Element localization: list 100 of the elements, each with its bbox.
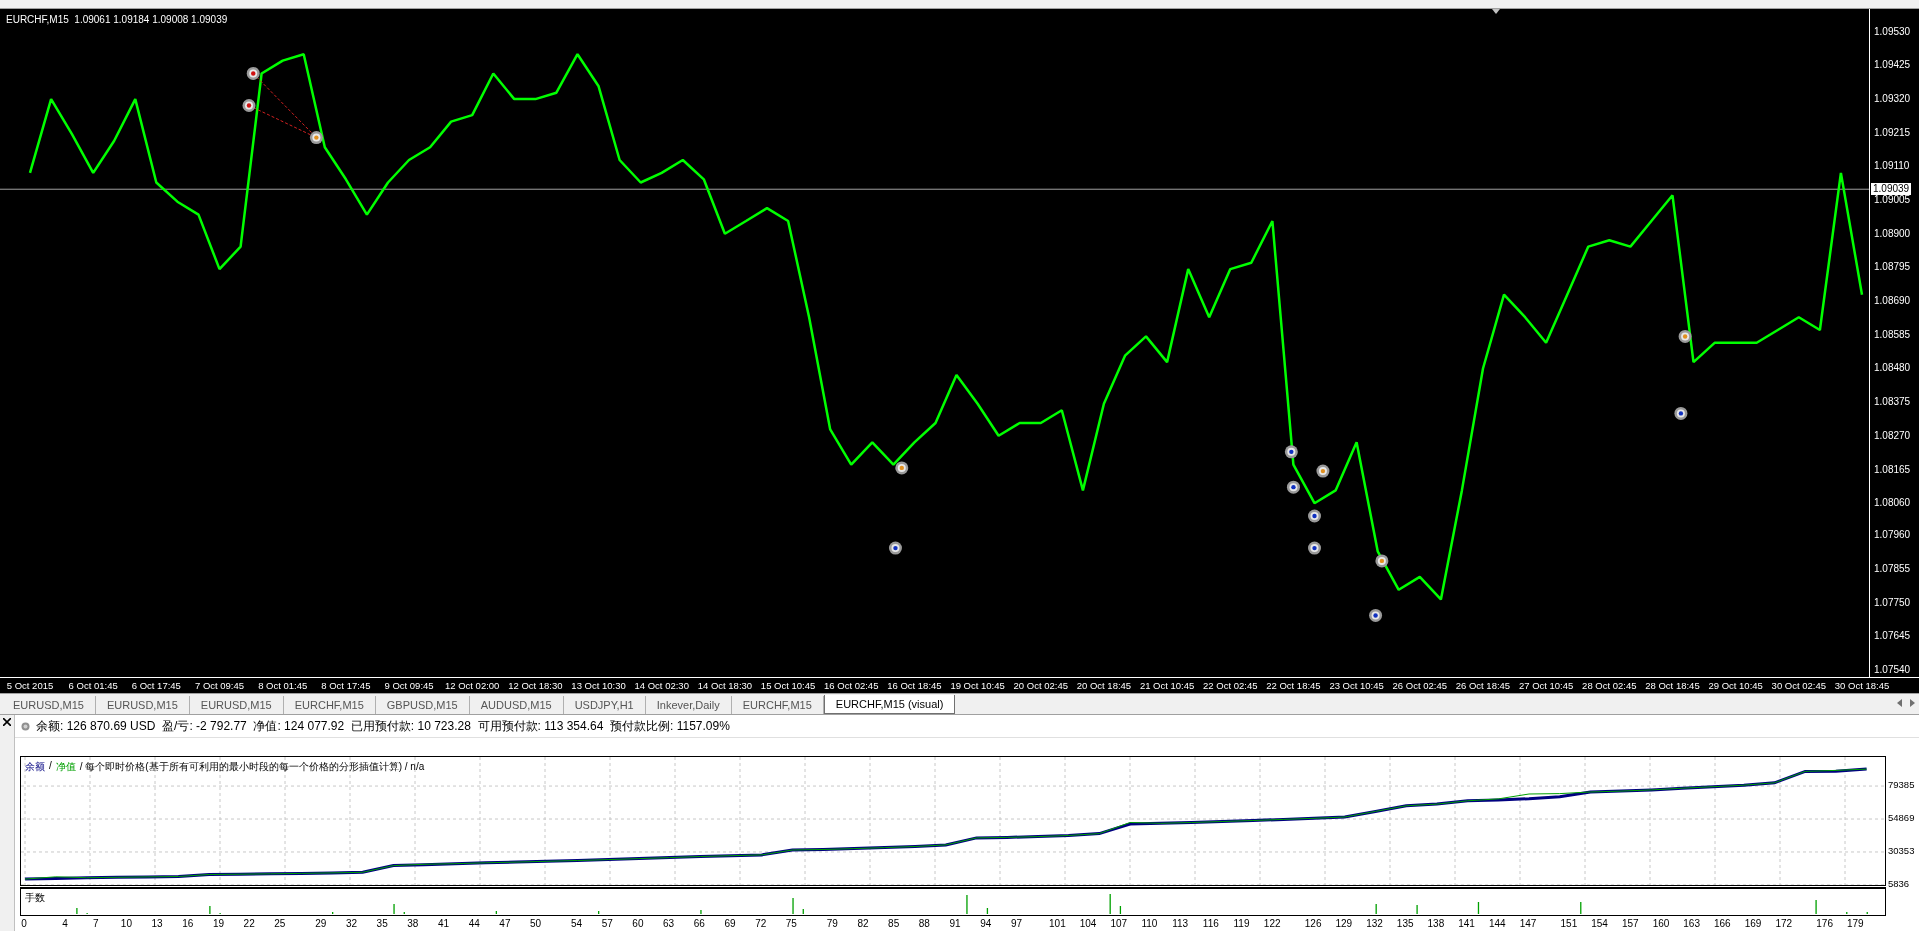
- trade-axis-label: 157: [1621, 918, 1639, 930]
- legend-series-name: 净值: [55, 760, 76, 774]
- trade-axis-label: 63: [663, 918, 675, 930]
- date-axis-label: 16 Oct 18:45: [887, 679, 942, 692]
- trade-axis-label: 147: [1519, 918, 1537, 930]
- date-axis-label: 14 Oct 02:30: [634, 679, 689, 692]
- trade-axis-label: 151: [1560, 918, 1578, 930]
- trade-axis-label: 82: [857, 918, 869, 930]
- date-axis-label: 12 Oct 18:30: [508, 679, 563, 692]
- date-axis-label: 23 Oct 10:45: [1329, 679, 1384, 692]
- date-axis-label: 13 Oct 10:30: [571, 679, 626, 692]
- date-axis-label: 5 Oct 2015: [6, 679, 54, 692]
- date-axis-label: 20 Oct 18:45: [1076, 679, 1132, 692]
- price-axis-label: 1.09005: [1874, 194, 1911, 207]
- trade-axis-label: 19: [212, 918, 225, 930]
- price-axis-label: 1.08270: [1874, 429, 1911, 442]
- date-axis-label: 30 Oct 02:45: [1771, 679, 1826, 692]
- date-axis-label: 19 Oct 10:45: [950, 679, 1005, 692]
- date-axis-label: 7 Oct 09:45: [194, 679, 245, 692]
- trade-axis-label: 54: [570, 918, 583, 930]
- date-axis-label: 20 Oct 02:45: [1013, 679, 1068, 692]
- trade-axis-label: 69: [724, 918, 736, 930]
- value-axis-label: 79385: [1888, 779, 1915, 792]
- price-axis-label: 1.08480: [1874, 362, 1911, 375]
- trade-axis-label: 66: [693, 918, 705, 930]
- trade-axis-label: 47: [499, 918, 511, 930]
- date-axis-label: 6 Oct 17:45: [131, 679, 181, 692]
- date-axis-label: 14 Oct 18:30: [697, 679, 753, 692]
- date-axis-label: 15 Oct 10:45: [760, 679, 816, 692]
- price-axis-label: 1.07645: [1874, 630, 1911, 643]
- date-axis-label: 22 Oct 02:45: [1203, 679, 1258, 692]
- trade-axis-label: 32: [345, 918, 357, 930]
- trade-axis-label: 101: [1049, 918, 1066, 930]
- date-axis-label: 21 Oct 10:45: [1139, 679, 1195, 692]
- trade-axis-label: 60: [632, 918, 644, 930]
- price-axis-label: 1.07750: [1874, 596, 1911, 609]
- value-axis-label: 30353: [1888, 844, 1915, 857]
- trade-axis-label: 16: [182, 918, 194, 930]
- price-axis-label: 1.08375: [1874, 396, 1911, 409]
- trade-axis-label: 163: [1683, 918, 1700, 930]
- account-summary: 余额: 126 870.69 USD 盈/亏: -2 792.77 净值: 124 077.92 已用预付款: 10 723.28 可用预付款: 113 354.64 预付款比例: 1157.09%: [36, 717, 730, 735]
- trade-axis-label: 91: [949, 918, 961, 930]
- trade-axis-label: 154: [1591, 918, 1608, 930]
- date-axis-label: 30 Oct 18:45: [1834, 679, 1890, 692]
- trade-axis-label: 79: [826, 918, 838, 930]
- current-price-label: 1.09039: [1871, 183, 1912, 196]
- trade-axis-label: 104: [1079, 918, 1097, 930]
- trade-axis-label: 72: [755, 918, 767, 930]
- price-axis-label: 1.09320: [1874, 93, 1911, 106]
- trade-axis-label: 41: [437, 918, 450, 930]
- date-axis-label: 12 Oct 02:00: [445, 679, 500, 692]
- date-axis-label: 26 Oct 02:45: [1392, 679, 1447, 692]
- trade-axis-label: 44: [468, 918, 480, 930]
- trade-axis-label: 50: [530, 918, 542, 930]
- trade-axis-label: 10: [120, 918, 132, 930]
- price-axis-label: 1.08900: [1874, 227, 1911, 240]
- trade-axis-label: 129: [1335, 918, 1353, 930]
- trade-axis-label: 172: [1775, 918, 1793, 930]
- price-axis-label: 1.08060: [1874, 497, 1911, 510]
- trade-axis-label: 179: [1847, 918, 1864, 930]
- trade-axis-label: 138: [1427, 918, 1445, 930]
- legend-series-name: 余额: [25, 760, 45, 774]
- trade-axis-label: 4: [62, 918, 68, 930]
- trade-axis-label: 141: [1458, 918, 1475, 930]
- price-axis-label: 1.08165: [1874, 463, 1911, 476]
- trade-axis-label: 113: [1172, 918, 1189, 930]
- trade-axis-label: 122: [1263, 918, 1281, 930]
- trade-axis-label: 13: [151, 918, 163, 930]
- trade-axis-label: 116: [1202, 918, 1219, 930]
- date-axis-label: 26 Oct 18:45: [1455, 679, 1511, 692]
- trade-axis-label: 160: [1652, 918, 1670, 930]
- chart-header: EURCHF,M15 1.09061 1.09184 1.09008 1.09039: [6, 14, 228, 25]
- trade-axis-label: 38: [407, 918, 419, 930]
- date-axis-label: 28 Oct 02:45: [1582, 679, 1637, 692]
- value-axis-label: 5836: [1888, 877, 1910, 890]
- date-axis-label: 8 Oct 01:45: [258, 679, 308, 692]
- date-axis-label: 22 Oct 18:45: [1266, 679, 1321, 692]
- price-axis-label: 1.08795: [1874, 261, 1911, 274]
- trade-axis-label: 126: [1304, 918, 1322, 930]
- trade-axis-label: 88: [918, 918, 930, 930]
- price-axis-label: 1.07855: [1874, 562, 1911, 575]
- trade-axis-label: 144: [1488, 918, 1506, 930]
- volume-label: 手数: [25, 891, 45, 905]
- price-axis-label: 1.09215: [1874, 126, 1911, 139]
- trade-axis-label: 7: [92, 918, 99, 930]
- price-axis-label: 1.08690: [1874, 295, 1911, 308]
- trade-axis-label: 57: [601, 918, 613, 930]
- trade-axis-label: 25: [274, 918, 286, 930]
- date-axis-label: 16 Oct 02:45: [824, 679, 879, 692]
- trade-axis-label: 94: [980, 918, 992, 930]
- date-axis-label: 29 Oct 10:45: [1708, 679, 1763, 692]
- trade-axis-label: 176: [1816, 918, 1833, 930]
- price-axis-label: 1.09425: [1874, 59, 1911, 72]
- trade-axis-label: 29: [315, 918, 327, 930]
- trade-axis-label: 97: [1010, 918, 1022, 930]
- value-axis-label: 54869: [1888, 812, 1915, 824]
- trade-axis-label: 75: [785, 918, 797, 930]
- date-axis-label: 27 Oct 10:45: [1518, 679, 1574, 692]
- trade-axis-label: 169: [1744, 918, 1762, 930]
- date-axis-label: 28 Oct 18:45: [1645, 679, 1700, 692]
